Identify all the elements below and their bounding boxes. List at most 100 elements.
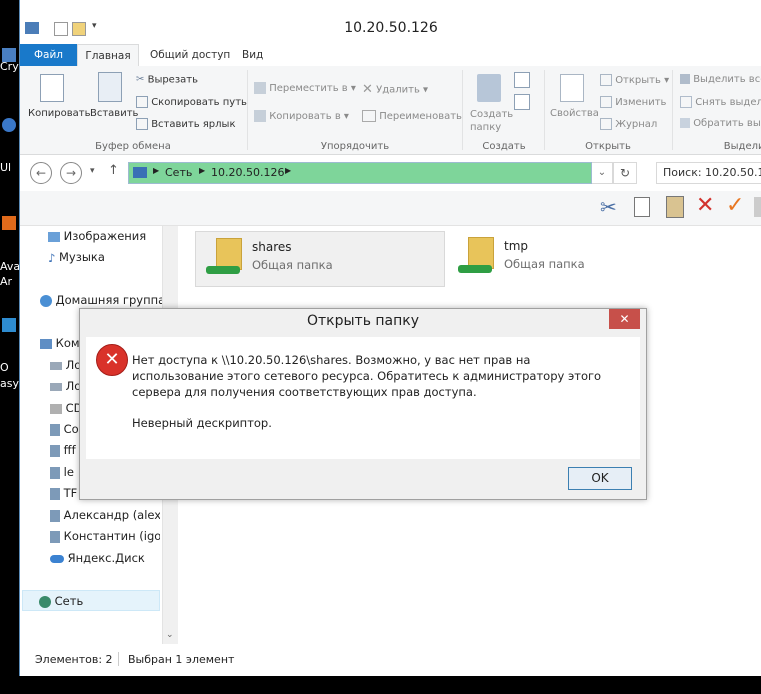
group-organize-label: Упорядочить	[320, 141, 390, 152]
open-folder-dialog: Открыть папку ✕ ✕ Нет доступа к \\10.20.…	[79, 308, 647, 500]
new-folder-button[interactable]: Создать папку	[470, 108, 513, 134]
cut-button[interactable]: ✂ Вырезать	[136, 74, 198, 86]
address-history-button[interactable]: ⌄	[592, 162, 613, 184]
network-drive-icon	[50, 487, 60, 500]
paste-shortcut-label: Вставить ярлык	[151, 119, 236, 130]
select-none-label: Снять выделе	[695, 97, 761, 108]
dialog-title: Открыть папку	[306, 313, 420, 329]
desktop-label[interactable]: Cry	[0, 60, 20, 73]
forward-button[interactable]: →	[60, 162, 82, 184]
address-segment-network[interactable]: Сеть	[165, 166, 192, 179]
select-all-button[interactable]: Выделить все	[680, 74, 761, 85]
move-to-label: Переместить в	[269, 83, 348, 94]
dialog-close-button[interactable]: ✕	[609, 309, 640, 329]
tab-file[interactable]: Файл	[20, 44, 77, 66]
network-drive-icon	[50, 423, 60, 436]
history-button[interactable]: Журнал	[600, 118, 657, 130]
recent-locations-button[interactable]: ▾	[90, 166, 95, 176]
title-bar[interactable]: ▾ 10.20.50.126	[20, 0, 761, 40]
edit-icon	[600, 96, 612, 108]
cut-icon[interactable]: ✂	[600, 195, 617, 219]
desktop-label[interactable]: O	[0, 361, 20, 374]
desktop-shortcut-icon[interactable]	[2, 318, 16, 332]
network-drive-icon	[50, 509, 60, 522]
paste-icon[interactable]	[666, 196, 684, 218]
share-name: tmp	[504, 239, 529, 253]
desktop-shortcut-icon[interactable]	[2, 118, 16, 132]
desktop-label[interactable]: asy	[0, 377, 20, 390]
desktop-label[interactable]: Ul	[0, 161, 20, 174]
nav-item-music[interactable]: ♪ Музыка	[48, 250, 105, 265]
nav-item-yandex-disk[interactable]: Яндекс.Диск	[50, 551, 160, 565]
search-input[interactable]: Поиск: 10.20.50.126	[656, 162, 761, 184]
select-none-button[interactable]: Снять выделе	[680, 96, 761, 108]
nav-label: Яндекс.Диск	[67, 551, 145, 565]
nav-item-homegroup[interactable]: Домашняя группа	[40, 293, 165, 307]
edit-label: Изменить	[615, 97, 667, 108]
paste-button[interactable]: Вставить	[90, 108, 138, 119]
nav-item-pictures[interactable]: Изображения	[48, 229, 146, 243]
copy-path-label: Скопировать путь	[151, 97, 247, 108]
copy-button[interactable]: Копировать	[28, 108, 90, 119]
status-divider	[118, 652, 119, 666]
network-share-icon	[458, 265, 492, 273]
back-button[interactable]: ←	[30, 162, 52, 184]
new-item-icon[interactable]	[514, 72, 530, 88]
up-button[interactable]: ↑	[108, 163, 119, 178]
nav-item-network-drive[interactable]: Константин (igor	[50, 529, 160, 543]
dialog-body: ✕ Нет доступа к \\10.20.50.126\shares. В…	[86, 337, 640, 459]
desktop-label[interactable]: Ar	[0, 275, 20, 288]
delete-icon[interactable]: ✕	[696, 193, 714, 218]
nav-item-network-drive[interactable]: Александр (alexa	[50, 508, 160, 522]
edit-button[interactable]: Изменить	[600, 96, 666, 108]
move-to-button[interactable]: Переместить в ▾	[254, 82, 356, 94]
share-tile[interactable]: shares Общая папка	[195, 231, 445, 287]
refresh-button[interactable]: ↻	[613, 162, 637, 184]
ok-button[interactable]: OK	[568, 467, 632, 490]
rename-button[interactable]: Переименовать	[362, 110, 462, 122]
chevron-down-icon: ⌄	[597, 167, 607, 178]
ribbon: Копировать Вставить ✂ Вырезать Скопирова…	[20, 66, 761, 155]
ribbon-separator	[544, 70, 545, 150]
properties-icon[interactable]	[560, 74, 584, 102]
homegroup-icon	[40, 294, 52, 307]
share-tile[interactable]: tmp Общая папка	[448, 231, 696, 285]
address-bar[interactable]: ▶ Сеть ▶ 10.20.50.126 ▶	[128, 162, 592, 184]
move-to-icon	[254, 82, 266, 94]
nav-label: Константин (igor	[63, 529, 160, 543]
open-label: Открыть	[615, 75, 661, 86]
cut-label: Вырезать	[147, 74, 198, 86]
nav-label: Co	[63, 422, 79, 436]
ribbon-tabs: Файл Главная Общий доступ Вид	[20, 44, 761, 67]
desktop-label[interactable]: Ava	[0, 260, 20, 273]
open-button[interactable]: Открыть ▾	[600, 74, 669, 86]
selected-count: Выбран 1 элемент	[128, 653, 235, 666]
desktop-shortcut-icon[interactable]	[2, 216, 16, 230]
cd-drive-icon	[50, 403, 62, 414]
delete-button[interactable]: ✕ Удалить ▾	[362, 82, 428, 97]
copy-icon[interactable]	[40, 74, 64, 102]
nav-item-network[interactable]: Сеть	[22, 590, 160, 611]
properties-button[interactable]: Свойства	[550, 108, 599, 119]
check-icon[interactable]: ✓	[726, 193, 744, 218]
status-bar: Элементов: 2 Выбран 1 элемент	[20, 648, 761, 674]
more-icon[interactable]	[754, 197, 761, 217]
invert-selection-label: Обратить выд	[693, 118, 761, 129]
invert-selection-button[interactable]: Обратить выд	[680, 118, 761, 129]
tab-share[interactable]: Общий доступ	[150, 44, 230, 66]
tab-home[interactable]: Главная	[77, 44, 139, 67]
scroll-down-icon[interactable]: ⌄	[166, 630, 174, 640]
easy-access-icon[interactable]	[514, 94, 530, 110]
new-folder-icon[interactable]	[477, 74, 501, 102]
address-segment-host[interactable]: 10.20.50.126	[211, 166, 284, 179]
paste-shortcut-button[interactable]: Вставить ярлык	[136, 118, 235, 130]
tab-view[interactable]: Вид	[242, 44, 263, 66]
select-all-label: Выделить все	[693, 74, 761, 85]
nav-label: Сеть	[54, 594, 84, 608]
command-toolbar: ✂ ✕ ✓	[20, 191, 761, 226]
copy-path-button[interactable]: Скопировать путь	[136, 96, 247, 108]
network-icon	[133, 167, 147, 178]
paste-icon[interactable]	[98, 72, 122, 102]
copy-to-button[interactable]: Копировать в ▾	[254, 110, 349, 122]
copy-icon[interactable]	[634, 197, 650, 217]
